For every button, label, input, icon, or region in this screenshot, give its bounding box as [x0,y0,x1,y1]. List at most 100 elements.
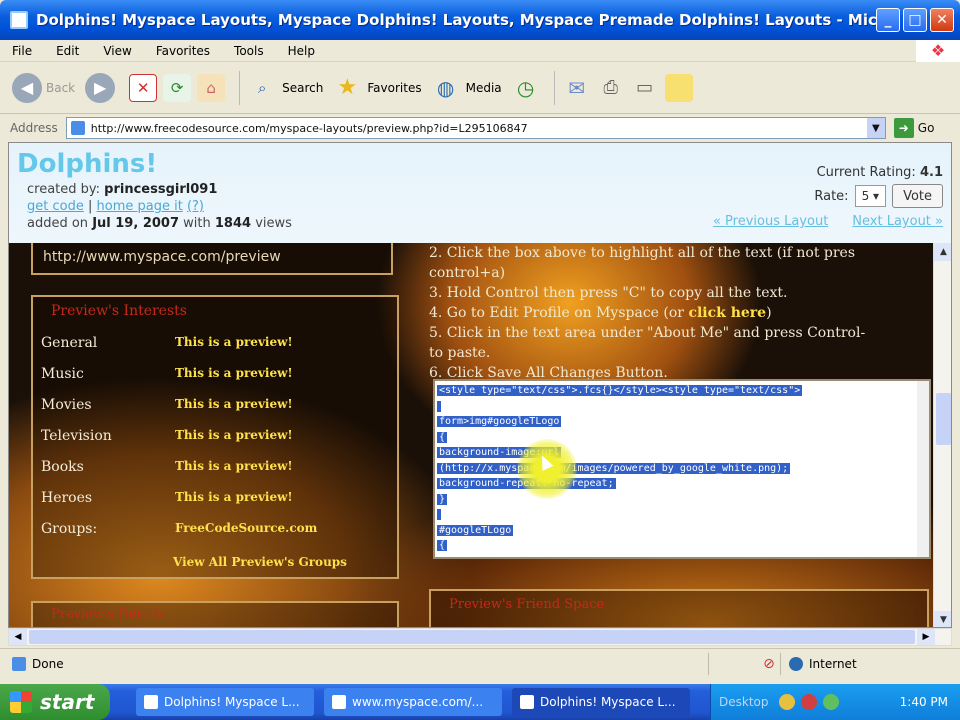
code-line: (http://x.myspace.com/images/powered_by_… [437,462,927,479]
help-link[interactable]: (?) [187,199,204,214]
media-globe-icon: ◍ [436,75,455,100]
scroll-thumb[interactable] [936,393,951,445]
scroll-down-icon[interactable]: ▼ [934,611,951,627]
instruction-line: 3. Hold Control then press "C" to copy a… [429,285,788,301]
interest-value: This is a preview! [175,490,293,504]
back-label: Back [46,80,76,95]
code-line: { [437,540,927,556]
rate-value: 5 [861,189,870,203]
click-here-link[interactable]: click here [688,305,766,321]
desktop-toolbar[interactable]: Desktop [719,695,769,709]
favorites-label: Favorites [367,80,422,95]
taskbar-item[interactable]: www.myspace.com/... [324,688,502,716]
interest-value: This is a preview! [175,335,293,349]
address-input[interactable]: http://www.freecodesource.com/myspace-la… [65,117,886,139]
start-button[interactable]: start [0,684,110,720]
home-page-link[interactable]: home page it [97,199,183,214]
taskbar-item-active[interactable]: Dolphins! Myspace L... [512,688,690,716]
view-count: 1844 [214,216,252,231]
media-button[interactable]: ◍ Media [432,74,502,102]
menu-help[interactable]: Help [276,44,327,58]
status-cell [708,652,758,675]
profile-url[interactable]: http://www.myspace.com/preview [43,249,281,265]
code-text [437,400,441,412]
home-icon[interactable]: ⌂ [197,73,226,102]
friend-space-title: Preview's Friend Space [449,597,605,612]
taskbar-item[interactable]: Dolphins! Myspace L... [136,688,314,716]
go-button[interactable]: ➜ Go [893,118,935,138]
menu-tools[interactable]: Tools [222,44,276,58]
layout-title: Dolphins! [17,149,158,179]
menu-favorites[interactable]: Favorites [144,44,222,58]
code-line: } [437,493,927,510]
scroll-up-icon[interactable]: ▲ [934,243,951,261]
forward-button[interactable]: ▶ [85,72,119,103]
layout-header: Dolphins! created by: princessgirl091 ge… [9,143,951,243]
back-button[interactable]: ◀ Back [12,72,76,103]
favorites-button[interactable]: ★ Favorites [333,74,422,102]
horizontal-scrollbar[interactable]: ◀ ▶ [8,628,952,646]
code-line: background-image:url [437,447,927,463]
scroll-left-icon[interactable]: ◀ [9,629,27,645]
instruction-line: 4. Go to Edit Profile on Myspace (or cli… [429,303,929,323]
view-all-groups-link[interactable]: View All Preview's Groups [173,555,347,569]
friend-space-box: Preview's Friend Space [429,589,929,627]
previous-layout-link[interactable]: « Previous Layout [713,214,828,229]
browser-content: Dolphins! created by: princessgirl091 ge… [8,142,952,628]
interest-row: Music This is a preview! [41,366,391,382]
tray-icon[interactable] [800,694,817,710]
tray-icon[interactable] [822,694,839,710]
popup-blocked-icon[interactable]: ⊘ [758,656,780,672]
code-scrollbar[interactable] [917,381,929,557]
interests-title: Preview's Interests [51,303,187,319]
maximize-button[interactable]: □ [903,8,927,32]
code-textarea[interactable]: <style type="text/css">.fcs{}</style><st… [433,379,931,559]
interest-key: General [41,335,98,351]
tray-icon[interactable] [778,694,795,710]
code-line: #googleTLogo [437,524,927,541]
interest-row: Groups: FreeCodeSource.com [41,521,391,537]
mouse-cursor-highlight [517,439,577,499]
details-box: Preview's Details [31,601,399,627]
interest-key: Music [41,366,84,382]
created-by-label: created by: [27,182,101,197]
mail-icon[interactable]: ✉ [563,74,591,102]
ie-icon [520,695,534,709]
horizontal-scroll-thumb[interactable] [29,630,915,644]
print-icon[interactable]: ⎙ [597,74,625,102]
stop-icon[interactable]: ✕ [129,73,158,102]
go-label: Go [917,121,935,135]
interest-row: Movies This is a preview! [41,397,391,413]
window-titlebar[interactable]: Dolphins! Myspace Layouts, Myspace Dolph… [0,0,960,40]
status-bar: Done ⊘ Internet [0,648,960,678]
address-dropdown-icon[interactable]: ▼ [866,118,885,138]
clock: 1:40 PM [899,695,948,709]
minimize-button[interactable]: _ [876,8,900,32]
groups-link[interactable]: FreeCodeSource.com [175,521,317,537]
layout-meta: created by: princessgirl091 get code | h… [27,181,292,232]
taskbar-item-label: Dolphins! Myspace L... [540,695,676,709]
details-title: Preview's Details [51,607,165,622]
code-text: (http://x.myspace.com/images/powered_by_… [437,462,791,474]
vote-button[interactable]: Vote [892,184,943,208]
vertical-scrollbar[interactable]: ▲ ▼ [933,243,951,627]
search-button[interactable]: ⌕ Search [248,74,323,102]
interest-key: Television [41,428,112,444]
menu-file[interactable]: File [0,44,44,58]
history-icon[interactable]: ◷ [512,74,540,102]
interest-key: Heroes [41,490,93,506]
views-label: views [255,216,292,231]
next-layout-link[interactable]: Next Layout » [852,214,943,229]
scroll-right-icon[interactable]: ▶ [917,629,935,645]
menu-edit[interactable]: Edit [44,44,91,58]
edit-icon[interactable]: ▭ [631,74,659,102]
menu-view[interactable]: View [91,44,143,58]
close-button[interactable]: ✕ [930,8,954,32]
messenger-icon[interactable] [664,73,693,102]
link-separator: | [87,199,93,214]
refresh-icon[interactable]: ⟳ [163,73,192,102]
get-code-link[interactable]: get code [27,199,84,214]
system-tray: Desktop 1:40 PM [710,684,960,720]
rate-select[interactable]: 5 ▾ [854,185,887,207]
window-title: Dolphins! Myspace Layouts, Myspace Dolph… [36,11,876,29]
